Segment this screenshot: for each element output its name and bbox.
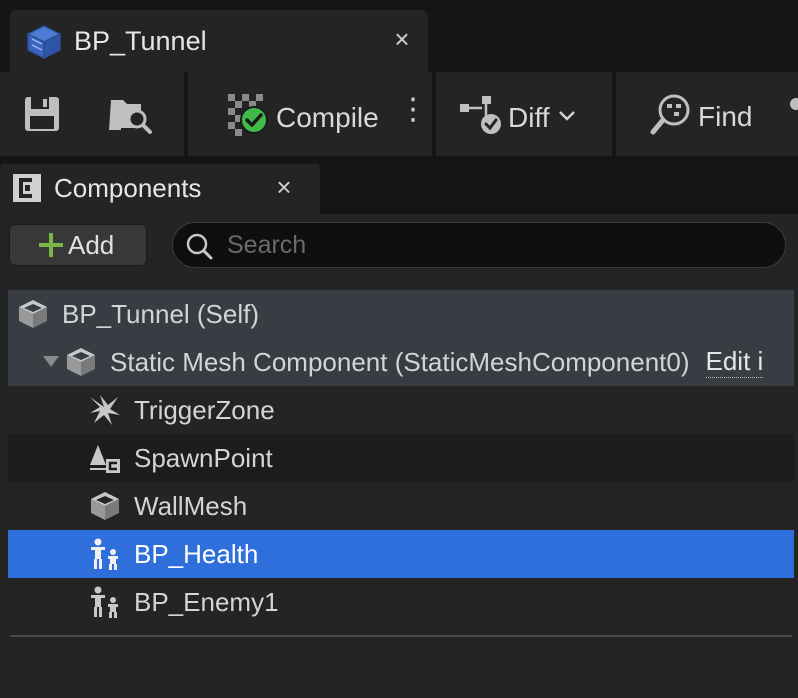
tree-label: SpawnPoint [134, 442, 273, 473]
document-tab-title: BP_Tunnel [74, 26, 207, 56]
find-button[interactable]: Find [650, 92, 752, 141]
find-icon [650, 92, 692, 141]
tree-label: TriggerZone [134, 394, 275, 425]
panel-divider [10, 635, 792, 637]
browse-button[interactable] [108, 92, 154, 141]
close-tab-button[interactable]: × [384, 24, 420, 55]
expand-arrow-icon[interactable] [42, 355, 60, 369]
folder-search-icon [108, 92, 154, 141]
diff-label: Diff [508, 101, 550, 133]
tree-label: BP_Enemy1 [134, 586, 279, 617]
add-label: Add [68, 229, 115, 260]
search-input[interactable] [225, 227, 769, 263]
tree-row-bp-health[interactable]: BP_Health [8, 530, 794, 578]
toolbar-separator [184, 72, 188, 156]
tree-row-wall-mesh[interactable]: WallMesh [8, 482, 794, 530]
add-component-button[interactable]: Add [9, 224, 147, 266]
diff-button[interactable]: Diff [460, 94, 576, 141]
diff-icon [460, 94, 504, 141]
save-button[interactable] [22, 94, 62, 139]
toolbar: Compile ⋮ Diff Find [0, 72, 798, 156]
tree-label: BP_Health [134, 538, 259, 569]
tree-row-static-mesh[interactable]: Static Mesh Component (StaticMeshCompone… [8, 338, 794, 386]
edit-link[interactable]: Edit i [705, 346, 764, 378]
trigger-icon [88, 393, 124, 427]
close-panel-button[interactable]: × [268, 172, 300, 203]
compile-options-button[interactable]: ⋮ [398, 92, 428, 127]
compile-label: Compile [276, 101, 379, 133]
actor-icon [88, 585, 124, 619]
static-mesh-icon [88, 489, 124, 523]
tree-row-root[interactable]: BP_Tunnel (Self) [8, 290, 794, 338]
find-label: Find [698, 100, 753, 132]
actor-icon [88, 537, 124, 571]
tree-row-trigger-zone[interactable]: TriggerZone [8, 386, 794, 434]
toolbar-separator [612, 72, 616, 156]
spawn-point-icon [88, 441, 124, 475]
compile-status-icon [228, 94, 270, 141]
toolbar-separator [432, 72, 436, 156]
tree-label-static-mesh: Static Mesh Component (StaticMeshCompone… [110, 346, 690, 377]
tree-label-root: BP_Tunnel (Self) [62, 298, 260, 329]
tree-row-spawn-point[interactable]: SpawnPoint [8, 434, 794, 482]
document-tab[interactable]: BP_Tunnel × [10, 10, 428, 72]
more-toolbar-icon[interactable] [788, 98, 798, 112]
plus-icon [38, 232, 64, 258]
components-icon [12, 173, 42, 208]
search-box[interactable] [172, 222, 786, 268]
blueprint-icon [24, 22, 64, 67]
static-mesh-icon [64, 345, 100, 379]
tree-row-bp-enemy1[interactable]: BP_Enemy1 [8, 578, 794, 626]
chevron-down-icon [558, 109, 576, 127]
compile-button[interactable]: Compile [228, 94, 379, 141]
components-tab-title: Components [54, 173, 202, 203]
blueprint-cube-icon [16, 297, 52, 331]
tree-label: WallMesh [134, 490, 248, 521]
search-icon [185, 232, 213, 265]
save-icon [22, 94, 62, 139]
components-tab[interactable]: Components × [0, 164, 320, 214]
